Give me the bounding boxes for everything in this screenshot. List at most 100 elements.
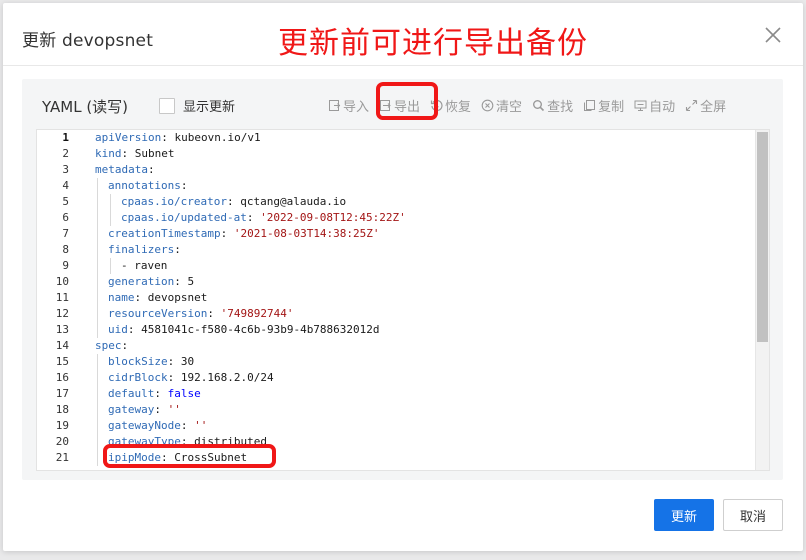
yaml-colon: : [154,403,161,416]
search-label: 查找 [547,99,574,115]
code-text: name: devopsnet [108,290,207,306]
line-number: 2 [62,147,69,160]
restore-icon [430,99,443,111]
indent-guide [97,178,98,194]
fullscreen-button[interactable]: 全屏 [685,96,726,115]
title-divider [3,65,803,66]
code-line: 5 cpaas.io/creator: qctang@alauda.io [37,194,755,210]
auto-button[interactable]: 自动 [634,96,675,115]
cancel-button[interactable]: 取消 [723,499,783,531]
export-icon [380,99,391,111]
code-text: cpaas.io/creator: qctang@alauda.io [121,194,346,210]
restore-button[interactable]: 恢复 [430,96,471,115]
yaml-colon: : [226,195,234,208]
code-text: uid: 4581041c-f580-4c6b-93b9-4b788632012… [108,322,380,338]
indent-guide [97,242,98,258]
fullscreen-label: 全屏 [700,99,727,115]
yaml-value: 30 [180,355,195,368]
close-icon[interactable] [762,24,784,46]
code-text: gatewayNode: '' [108,418,207,434]
clear-button[interactable]: 清空 [481,96,522,115]
yaml-colon: : [180,419,188,432]
line-number: 14 [55,339,69,352]
show-changes-checkbox[interactable]: 显示更新 [159,96,235,115]
code-line: 4 annotations: [37,178,755,194]
line-number: 3 [62,163,69,176]
yaml-value: '749892744' [220,307,294,320]
clear-icon [481,99,494,111]
code-line: 19 gatewayNode: '' [37,418,755,434]
indent-guide [97,434,98,450]
copy-button[interactable]: 复制 [583,96,624,115]
yaml-key: metadata [95,163,148,176]
yaml-key: generation [108,275,175,288]
code-text: gatewayType: distributed [108,434,267,450]
export-button[interactable]: 导出 [379,96,420,115]
yaml-key: gatewayNode [108,419,181,432]
editor-scrollbar[interactable] [755,130,769,470]
code-line: 17 default: false [37,386,755,402]
auto-label: 自动 [649,99,676,115]
indent-guide [110,210,111,226]
code-line: 21 ipipMode: CrossSubnet [37,450,755,466]
code-text: ipipMode: CrossSubnet [108,450,247,466]
indent-guide [110,194,111,210]
indent-guide [97,402,98,418]
yaml-key: uid [108,323,128,336]
import-button[interactable]: 导入 [328,96,369,115]
indent-guide [97,258,98,274]
code-line: 12 resourceVersion: '749892744' [37,306,755,322]
line-number: 15 [55,355,69,368]
indent-guide [97,210,98,226]
indent-guide [97,386,98,402]
code-text: blockSize: 30 [108,354,194,370]
indent-guide [97,194,98,210]
line-number: 20 [55,435,69,448]
copy-label: 复制 [598,99,625,115]
search-button[interactable]: 查找 [532,96,573,115]
update-button[interactable]: 更新 [654,499,714,531]
yaml-colon: : [180,435,188,448]
yaml-code-editor[interactable]: 1 apiVersion: kubeovn.io/v1 2 kind: Subnet 3… [36,129,770,471]
yaml-colon: : [127,323,135,336]
code-line: 14 spec: [37,338,755,354]
yaml-colon: : [207,307,214,320]
code-line: 3 metadata: [37,162,755,178]
yaml-key: creationTimestamp [108,227,221,240]
import-label: 导入 [343,99,370,115]
line-number: 10 [55,275,69,288]
line-number: 6 [62,211,69,224]
yaml-value: '' [194,419,208,432]
yaml-key: cidrBlock [108,371,168,384]
yaml-colon: : [161,131,168,144]
checkbox-box[interactable] [159,97,175,114]
indent-guide [97,306,98,322]
indent-guide [97,274,98,290]
yaml-value: Subnet [134,147,175,160]
indent-guide [97,450,98,466]
yaml-colon: : [121,147,129,160]
line-number: 17 [55,387,69,400]
code-line: 11 name: devopsnet [37,290,755,306]
yaml-colon: : [167,371,175,384]
yaml-value: '2021-08-03T14:38:25Z' [233,227,380,240]
yaml-colon: : [180,179,188,192]
code-line: 15 blockSize: 30 [37,354,755,370]
dialog-title: 更新 devopsnet [22,31,154,51]
scrollbar-thumb[interactable] [757,132,768,342]
auto-icon [634,100,647,111]
code-line: 16 cidrBlock: 192.168.2.0/24 [37,370,755,386]
code-text: cidrBlock: 192.168.2.0/24 [108,370,274,386]
indent-guide [97,322,98,338]
line-number: 8 [62,243,69,256]
yaml-value: 4581041c-f580-4c6b-93b9-4b788632012d [141,323,380,336]
yaml-colon: : [134,291,142,304]
indent-guide [110,258,111,274]
yaml-value: '2022-09-08T12:45:22Z' [260,211,406,224]
yaml-key: default [108,387,155,400]
yaml-value: false [167,387,201,400]
code-text: spec: [95,338,128,354]
line-number: 16 [55,371,69,384]
yaml-colon: : [160,451,168,464]
indent-guide [97,290,98,306]
